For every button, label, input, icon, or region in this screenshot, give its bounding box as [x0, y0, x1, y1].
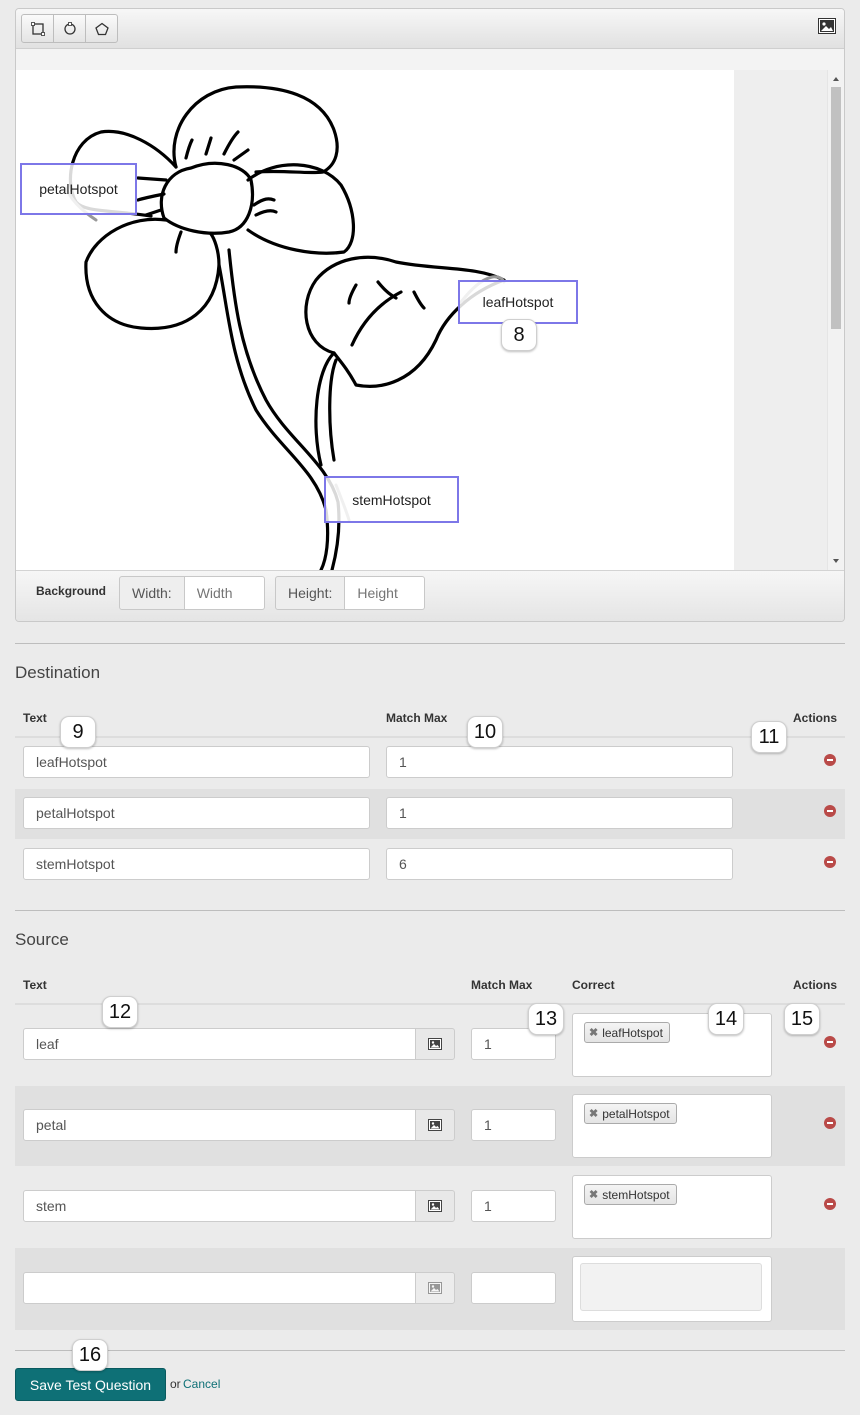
scroll-down-icon[interactable] — [828, 554, 844, 568]
correct-select[interactable] — [572, 1256, 772, 1322]
hotspot-petal[interactable]: petalHotspot — [20, 163, 137, 215]
source-text-input[interactable] — [23, 1109, 416, 1141]
destination-col-text: Text — [23, 711, 47, 725]
remove-icon[interactable] — [824, 856, 836, 868]
source-row-new — [15, 1248, 845, 1330]
destination-row — [15, 789, 845, 839]
destination-match-max-input[interactable] — [386, 797, 733, 829]
remove-icon[interactable] — [824, 1036, 836, 1048]
image-icon — [428, 1282, 442, 1294]
callout-13: 13 — [528, 1003, 564, 1035]
image-icon — [428, 1200, 442, 1212]
height-input-group: Height: — [275, 576, 426, 610]
destination-text-input[interactable] — [23, 746, 370, 778]
circle-icon — [63, 21, 76, 35]
source-title: Source — [15, 930, 69, 949]
source-row: ✖ petalHotspot — [15, 1086, 845, 1166]
correct-select[interactable]: ✖ petalHotspot — [572, 1094, 772, 1158]
section-divider — [15, 643, 845, 644]
destination-text-input[interactable] — [23, 797, 370, 829]
callout-16: 16 — [72, 1339, 108, 1371]
scroll-thumb[interactable] — [831, 87, 841, 329]
callout-11: 11 — [751, 721, 787, 753]
callout-9: 9 — [60, 716, 96, 748]
correct-tag: ✖ stemHotspot — [584, 1184, 677, 1205]
image-icon[interactable] — [818, 18, 836, 34]
source-col-actions: Actions — [793, 978, 838, 992]
add-image-button[interactable] — [415, 1028, 455, 1060]
callout-10: 10 — [467, 716, 503, 748]
tag-remove-icon[interactable]: ✖ — [589, 1188, 598, 1201]
width-label: Width: — [119, 576, 185, 610]
destination-match-max-input[interactable] — [386, 848, 733, 880]
circle-tool-button[interactable] — [53, 14, 86, 43]
add-image-button[interactable] — [415, 1272, 455, 1304]
callout-8: 8 — [501, 319, 537, 351]
canvas-overflow-area — [734, 70, 827, 570]
correct-select[interactable]: ✖ stemHotspot — [572, 1175, 772, 1239]
source-text-input[interactable] — [23, 1190, 416, 1222]
destination-text-input[interactable] — [23, 848, 370, 880]
polygon-icon — [94, 22, 109, 35]
rectangle-icon — [30, 21, 45, 36]
canvas-scrollbar[interactable] — [827, 70, 843, 570]
source-col-match-max: Match Max — [471, 978, 533, 992]
shape-tool-group — [21, 14, 118, 43]
hotspot-editor: petalHotspot leafHotspot stemHotspot 8 B… — [15, 8, 845, 622]
correct-tag: ✖ leafHotspot — [584, 1022, 670, 1043]
source-match-max-input[interactable] — [471, 1272, 556, 1304]
source-match-max-input[interactable] — [471, 1190, 556, 1222]
source-text-input[interactable] — [23, 1028, 416, 1060]
cancel-link[interactable]: Cancel — [183, 1377, 220, 1391]
background-label: Background — [36, 584, 107, 598]
destination-row — [15, 840, 845, 890]
callout-14: 14 — [708, 1003, 744, 1035]
remove-icon[interactable] — [824, 805, 836, 817]
correct-tag-label: petalHotspot — [602, 1106, 670, 1121]
editor-canvas[interactable]: petalHotspot leafHotspot stemHotspot 8 — [16, 70, 843, 570]
source-text-input[interactable] — [23, 1272, 416, 1304]
destination-row — [15, 738, 845, 788]
polygon-tool-button[interactable] — [85, 14, 118, 43]
source-row: ✖ stemHotspot — [15, 1167, 845, 1247]
correct-tag-label: leafHotspot — [602, 1025, 663, 1040]
width-input[interactable] — [184, 576, 265, 610]
destination-col-actions: Actions — [793, 711, 838, 725]
width-input-group: Width: — [119, 576, 265, 610]
hotspot-leaf[interactable]: leafHotspot — [458, 280, 578, 324]
tag-remove-icon[interactable]: ✖ — [589, 1026, 598, 1039]
add-image-button[interactable] — [415, 1109, 455, 1141]
correct-select-empty[interactable] — [580, 1263, 762, 1311]
hotspot-stem[interactable]: stemHotspot — [324, 476, 459, 523]
section-divider — [15, 910, 845, 911]
callout-15: 15 — [784, 1003, 820, 1035]
remove-icon[interactable] — [824, 1117, 836, 1129]
add-image-button[interactable] — [415, 1190, 455, 1222]
correct-tag-label: stemHotspot — [602, 1187, 670, 1202]
source-match-max-input[interactable] — [471, 1109, 556, 1141]
correct-tag: ✖ petalHotspot — [584, 1103, 677, 1124]
destination-title: Destination — [15, 663, 101, 682]
source-col-correct: Correct — [572, 978, 615, 992]
or-text: or — [170, 1377, 181, 1391]
editor-footer: Background Width: Height: — [16, 570, 844, 621]
height-input[interactable] — [345, 576, 426, 610]
destination-col-match-max: Match Max — [386, 711, 448, 725]
scroll-up-icon[interactable] — [828, 72, 844, 86]
source-col-text: Text — [23, 978, 47, 992]
remove-icon[interactable] — [824, 754, 836, 766]
section-divider — [15, 1350, 845, 1351]
destination-match-max-input[interactable] — [386, 746, 733, 778]
save-test-question-button[interactable]: Save Test Question — [15, 1368, 166, 1401]
callout-12: 12 — [102, 996, 138, 1028]
image-icon — [428, 1038, 442, 1050]
rectangle-tool-button[interactable] — [21, 14, 54, 43]
editor-toolbar — [16, 9, 844, 49]
height-label: Height: — [275, 576, 346, 610]
remove-icon[interactable] — [824, 1198, 836, 1210]
image-icon — [428, 1119, 442, 1131]
tag-remove-icon[interactable]: ✖ — [589, 1107, 598, 1120]
